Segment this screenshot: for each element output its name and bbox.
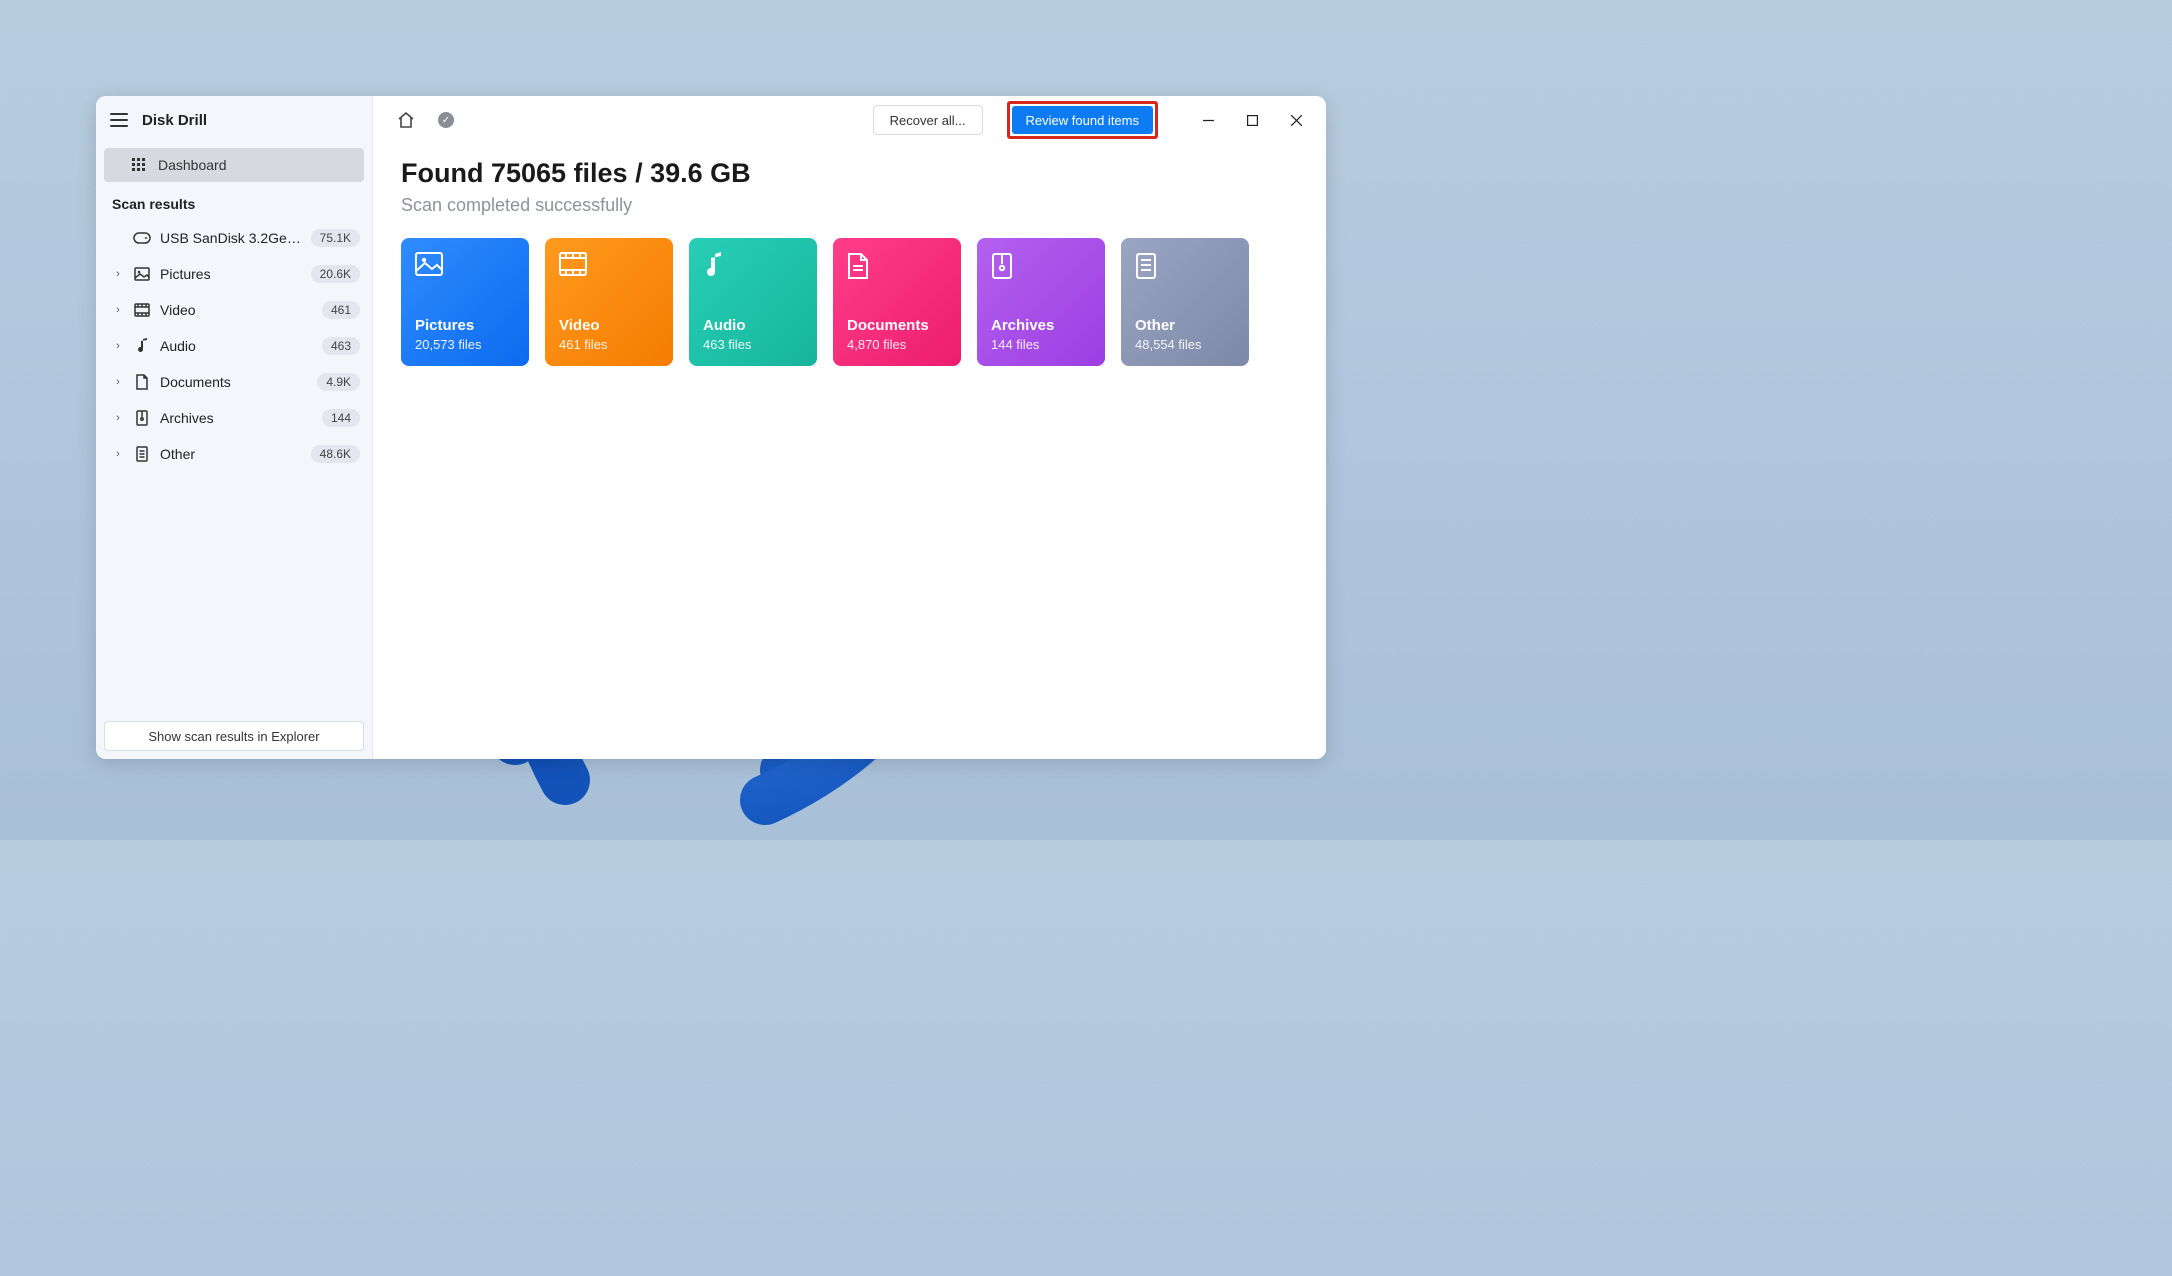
close-button[interactable]: [1274, 104, 1318, 136]
card-audio[interactable]: Audio 463 files: [689, 238, 817, 366]
main-title: Found 75065 files / 39.6 GB: [401, 158, 1298, 189]
tree-row-video[interactable]: › Video 461: [96, 292, 372, 328]
audio-icon: [132, 338, 152, 354]
content: Found 75065 files / 39.6 GB Scan complet…: [373, 144, 1326, 380]
device-label: USB SanDisk 3.2Gen1...: [160, 230, 303, 246]
recover-all-button[interactable]: Recover all...: [873, 105, 983, 135]
highlight-review-found: Review found items: [1007, 101, 1158, 139]
category-cards: Pictures 20,573 files Video 461 files Au…: [401, 238, 1298, 366]
chevron-icon: ›: [112, 376, 124, 388]
other-icon: [1135, 252, 1235, 282]
archive-icon: [132, 410, 152, 426]
video-icon: [559, 252, 659, 282]
chevron-icon: ›: [112, 448, 124, 460]
subtitle: Scan completed successfully: [401, 195, 1298, 216]
chevron-icon: ›: [112, 268, 124, 280]
window-controls: [1186, 104, 1318, 136]
maximize-button[interactable]: [1230, 104, 1274, 136]
toolbar: ✓ Recover all... Review found items: [373, 96, 1326, 144]
minimize-button[interactable]: [1186, 104, 1230, 136]
card-documents[interactable]: Documents 4,870 files: [833, 238, 961, 366]
show-in-explorer-button[interactable]: Show scan results in Explorer: [104, 721, 364, 751]
sidebar-header: Disk Drill: [96, 96, 372, 144]
drive-icon: [132, 232, 152, 244]
chevron-icon: ›: [112, 412, 124, 424]
picture-icon: [415, 252, 515, 282]
document-icon: [847, 252, 947, 282]
card-video[interactable]: Video 461 files: [545, 238, 673, 366]
app-window: Disk Drill Dashboard Scan results › USB …: [96, 96, 1326, 759]
scan-tree: › USB SanDisk 3.2Gen1... 75.1K › Picture…: [96, 220, 372, 472]
status-button[interactable]: ✓: [433, 107, 459, 133]
tree-row-pictures[interactable]: › Pictures 20.6K: [96, 256, 372, 292]
device-badge: 75.1K: [311, 229, 360, 247]
maximize-icon: [1247, 115, 1258, 126]
other-icon: [132, 446, 152, 462]
card-other[interactable]: Other 48,554 files: [1121, 238, 1249, 366]
sidebar: Disk Drill Dashboard Scan results › USB …: [96, 96, 373, 759]
dashboard-label: Dashboard: [158, 157, 227, 173]
tree-row-audio[interactable]: › Audio 463: [96, 328, 372, 364]
archive-icon: [991, 252, 1091, 282]
section-label-scan-results: Scan results: [96, 190, 372, 220]
card-pictures[interactable]: Pictures 20,573 files: [401, 238, 529, 366]
home-icon: [397, 111, 415, 129]
tree-row-archives[interactable]: › Archives 144: [96, 400, 372, 436]
chevron-icon: ›: [112, 304, 124, 316]
picture-icon: [132, 267, 152, 281]
grid-icon: [132, 158, 146, 172]
tree-row-documents[interactable]: › Documents 4.9K: [96, 364, 372, 400]
close-icon: [1291, 115, 1302, 126]
review-found-items-button[interactable]: Review found items: [1012, 106, 1153, 134]
document-icon: [132, 374, 152, 390]
tree-row-device[interactable]: › USB SanDisk 3.2Gen1... 75.1K: [96, 220, 372, 256]
video-icon: [132, 303, 152, 317]
card-archives[interactable]: Archives 144 files: [977, 238, 1105, 366]
sidebar-footer: Show scan results in Explorer: [96, 713, 372, 759]
sidebar-item-dashboard[interactable]: Dashboard: [104, 148, 364, 182]
home-button[interactable]: [393, 107, 419, 133]
chevron-icon: ›: [112, 340, 124, 352]
check-circle-icon: ✓: [438, 112, 454, 128]
hamburger-icon[interactable]: [110, 113, 128, 127]
app-title: Disk Drill: [142, 112, 207, 129]
minimize-icon: [1203, 115, 1214, 126]
tree-row-other[interactable]: › Other 48.6K: [96, 436, 372, 472]
audio-icon: [703, 252, 803, 282]
main-panel: ✓ Recover all... Review found items Foun: [373, 96, 1326, 759]
